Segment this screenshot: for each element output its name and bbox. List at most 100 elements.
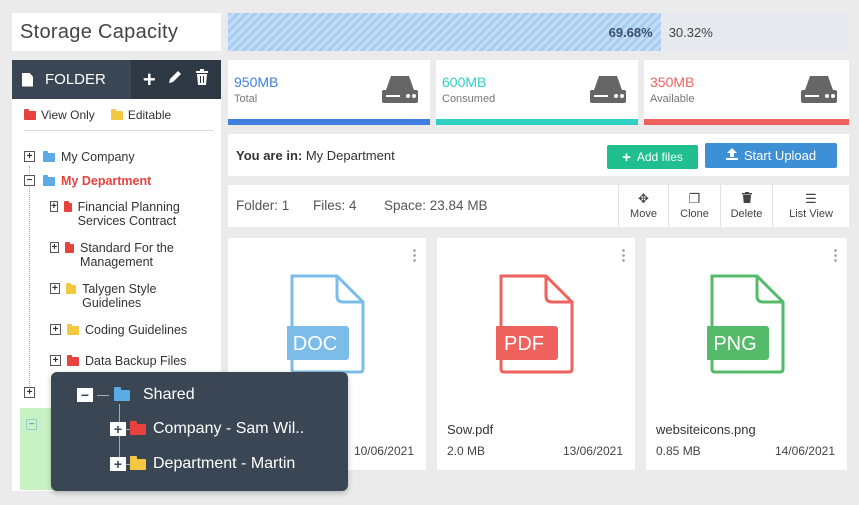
png-file-icon: PNG — [706, 274, 784, 374]
stat-available-label: Available — [650, 93, 695, 105]
delete-button[interactable]: Delete — [720, 185, 772, 227]
file-name: websiteicons.png — [656, 422, 756, 437]
folder-title: FOLDER — [45, 71, 106, 88]
tree-item-coding-guidelines[interactable]: + Coding Guidelines — [50, 323, 187, 337]
folder-open-icon — [114, 386, 130, 401]
tree-item-label: Standard For the Management — [80, 241, 174, 269]
plus-icon: + — [622, 148, 631, 166]
start-upload-label: Start Upload — [743, 148, 817, 163]
folder-legend: View Only Editable — [24, 108, 214, 131]
file-name: Sow.pdf — [447, 422, 494, 437]
space-used: Space: 23.84 MB — [384, 198, 488, 213]
add-files-label: Add files — [636, 150, 683, 164]
expand-icon[interactable]: + — [50, 242, 59, 253]
tree-item-standard-management[interactable]: + Standard For the Management — [50, 241, 210, 269]
hard-drive-icon — [590, 76, 626, 104]
file-size: 2.0 MB — [447, 444, 486, 458]
stat-total-stripe — [228, 119, 430, 125]
tree-connector — [29, 166, 30, 396]
folder-icon — [130, 420, 146, 435]
more-options-icon[interactable] — [622, 248, 625, 262]
folder-open-icon — [43, 175, 55, 186]
expand-icon[interactable]: + — [24, 151, 35, 162]
delete-folder-icon[interactable] — [195, 69, 209, 90]
edit-folder-icon[interactable] — [167, 69, 183, 90]
delete-label: Delete — [730, 208, 763, 220]
breadcrumb: You are in: My Department — [236, 148, 395, 163]
file-thumbnail: PDF — [437, 238, 635, 403]
folder-icon — [67, 355, 79, 366]
tree-item-label: My Company — [61, 150, 135, 164]
stat-consumed-stripe — [436, 119, 638, 125]
file-meta: Sow.pdf 2.0 MB 13/06/2021 — [437, 408, 635, 470]
storage-capacity-bar: 69.68% 30.32% — [228, 13, 849, 51]
file-thumbnail: PNG — [646, 238, 847, 403]
add-folder-icon[interactable]: + — [143, 68, 156, 91]
tree-item-label: Data Backup Files — [85, 354, 187, 368]
tree-item-shared[interactable]: − Shared — [77, 386, 195, 404]
collapse-icon[interactable]: − — [26, 419, 37, 430]
expand-icon[interactable]: + — [24, 387, 35, 398]
folder-icon — [65, 283, 77, 294]
breadcrumb-location[interactable]: My Department — [306, 148, 395, 163]
tree-item-company[interactable]: + Company - Sam Wil.. — [110, 420, 304, 438]
folder-actions: + — [131, 60, 221, 99]
clone-label: Clone — [680, 207, 709, 220]
tree-item-collapsed[interactable]: + — [24, 386, 41, 398]
tree-connector — [97, 394, 109, 396]
file-date: 14/06/2021 — [774, 444, 835, 458]
shared-folder-popup: − Shared + Company - Sam Wil.. + Departm… — [51, 372, 348, 491]
storage-used-segment: 69.68% — [228, 13, 661, 51]
tree-item-label: Talygen Style Guidelines — [82, 282, 157, 310]
tree-item-my-company[interactable]: + My Company — [24, 150, 135, 164]
more-options-icon[interactable] — [413, 248, 416, 262]
more-options-icon[interactable] — [834, 248, 837, 262]
clone-icon: ❐ — [688, 190, 701, 206]
legend-editable: Editable — [110, 108, 171, 122]
stat-card-available: 350MB Available — [644, 60, 849, 125]
file-card-png[interactable]: PNG websiteicons.png 0.85 MB 14/06/2021 — [646, 238, 847, 470]
start-upload-button[interactable]: Start Upload — [705, 143, 837, 168]
folder-icon — [24, 108, 36, 120]
tree-item-label: My Department — [61, 174, 152, 188]
list-view-button[interactable]: ☰ List View — [772, 185, 849, 227]
expand-icon[interactable]: + — [50, 283, 60, 294]
expand-icon[interactable]: + — [110, 457, 126, 471]
tree-item-style-guidelines[interactable]: + Talygen Style Guidelines — [50, 282, 200, 310]
tree-item-data-backup[interactable]: + Data Backup Files — [50, 354, 186, 368]
collapse-icon[interactable]: − — [24, 175, 35, 186]
folder-icon — [63, 201, 72, 212]
breadcrumb-prefix: You are in: — [236, 148, 303, 163]
storage-used-label: 69.68% — [608, 24, 653, 40]
stat-available-value: 350MB — [650, 74, 695, 90]
tree-item-my-department[interactable]: − My Department — [24, 174, 151, 188]
collapse-icon[interactable]: − — [77, 388, 93, 402]
trash-icon — [741, 192, 752, 205]
file-date: 13/06/2021 — [562, 444, 623, 458]
tree-item-department[interactable]: + Department - Martin — [110, 455, 295, 473]
add-files-button[interactable]: + Add files — [607, 145, 698, 169]
expand-icon[interactable]: + — [50, 355, 61, 366]
folder-icon — [67, 324, 79, 335]
storage-free-segment: 30.32% — [661, 13, 849, 51]
tree-item-label: Shared — [143, 386, 195, 403]
stat-consumed-value: 600MB — [442, 74, 487, 90]
tree-item-financial-planning[interactable]: + Financial Planning Services Contract — [50, 200, 210, 228]
file-type-label: PNG — [713, 333, 756, 355]
clone-button[interactable]: ❐ Clone — [668, 185, 720, 227]
folder-icon — [64, 242, 75, 253]
tree-item-label: Department - Martin — [153, 455, 296, 472]
folder-title-area: FOLDER — [12, 60, 131, 99]
stat-card-consumed: 600MB Consumed — [436, 60, 638, 125]
file-icon — [22, 72, 33, 87]
expand-icon[interactable]: + — [50, 201, 58, 212]
tree-item-label: Company - Sam Wil.. — [153, 420, 305, 437]
move-button[interactable]: ✥ Move — [618, 185, 668, 227]
expand-icon[interactable]: + — [110, 422, 126, 436]
file-date: 10/06/2021 — [353, 444, 414, 458]
expand-icon[interactable]: + — [50, 324, 61, 335]
file-card-pdf[interactable]: PDF Sow.pdf 2.0 MB 13/06/2021 — [437, 238, 635, 470]
hard-drive-icon — [801, 76, 837, 104]
file-type-label: PDF — [504, 333, 544, 355]
tree-item-label: Coding Guidelines — [85, 323, 188, 337]
